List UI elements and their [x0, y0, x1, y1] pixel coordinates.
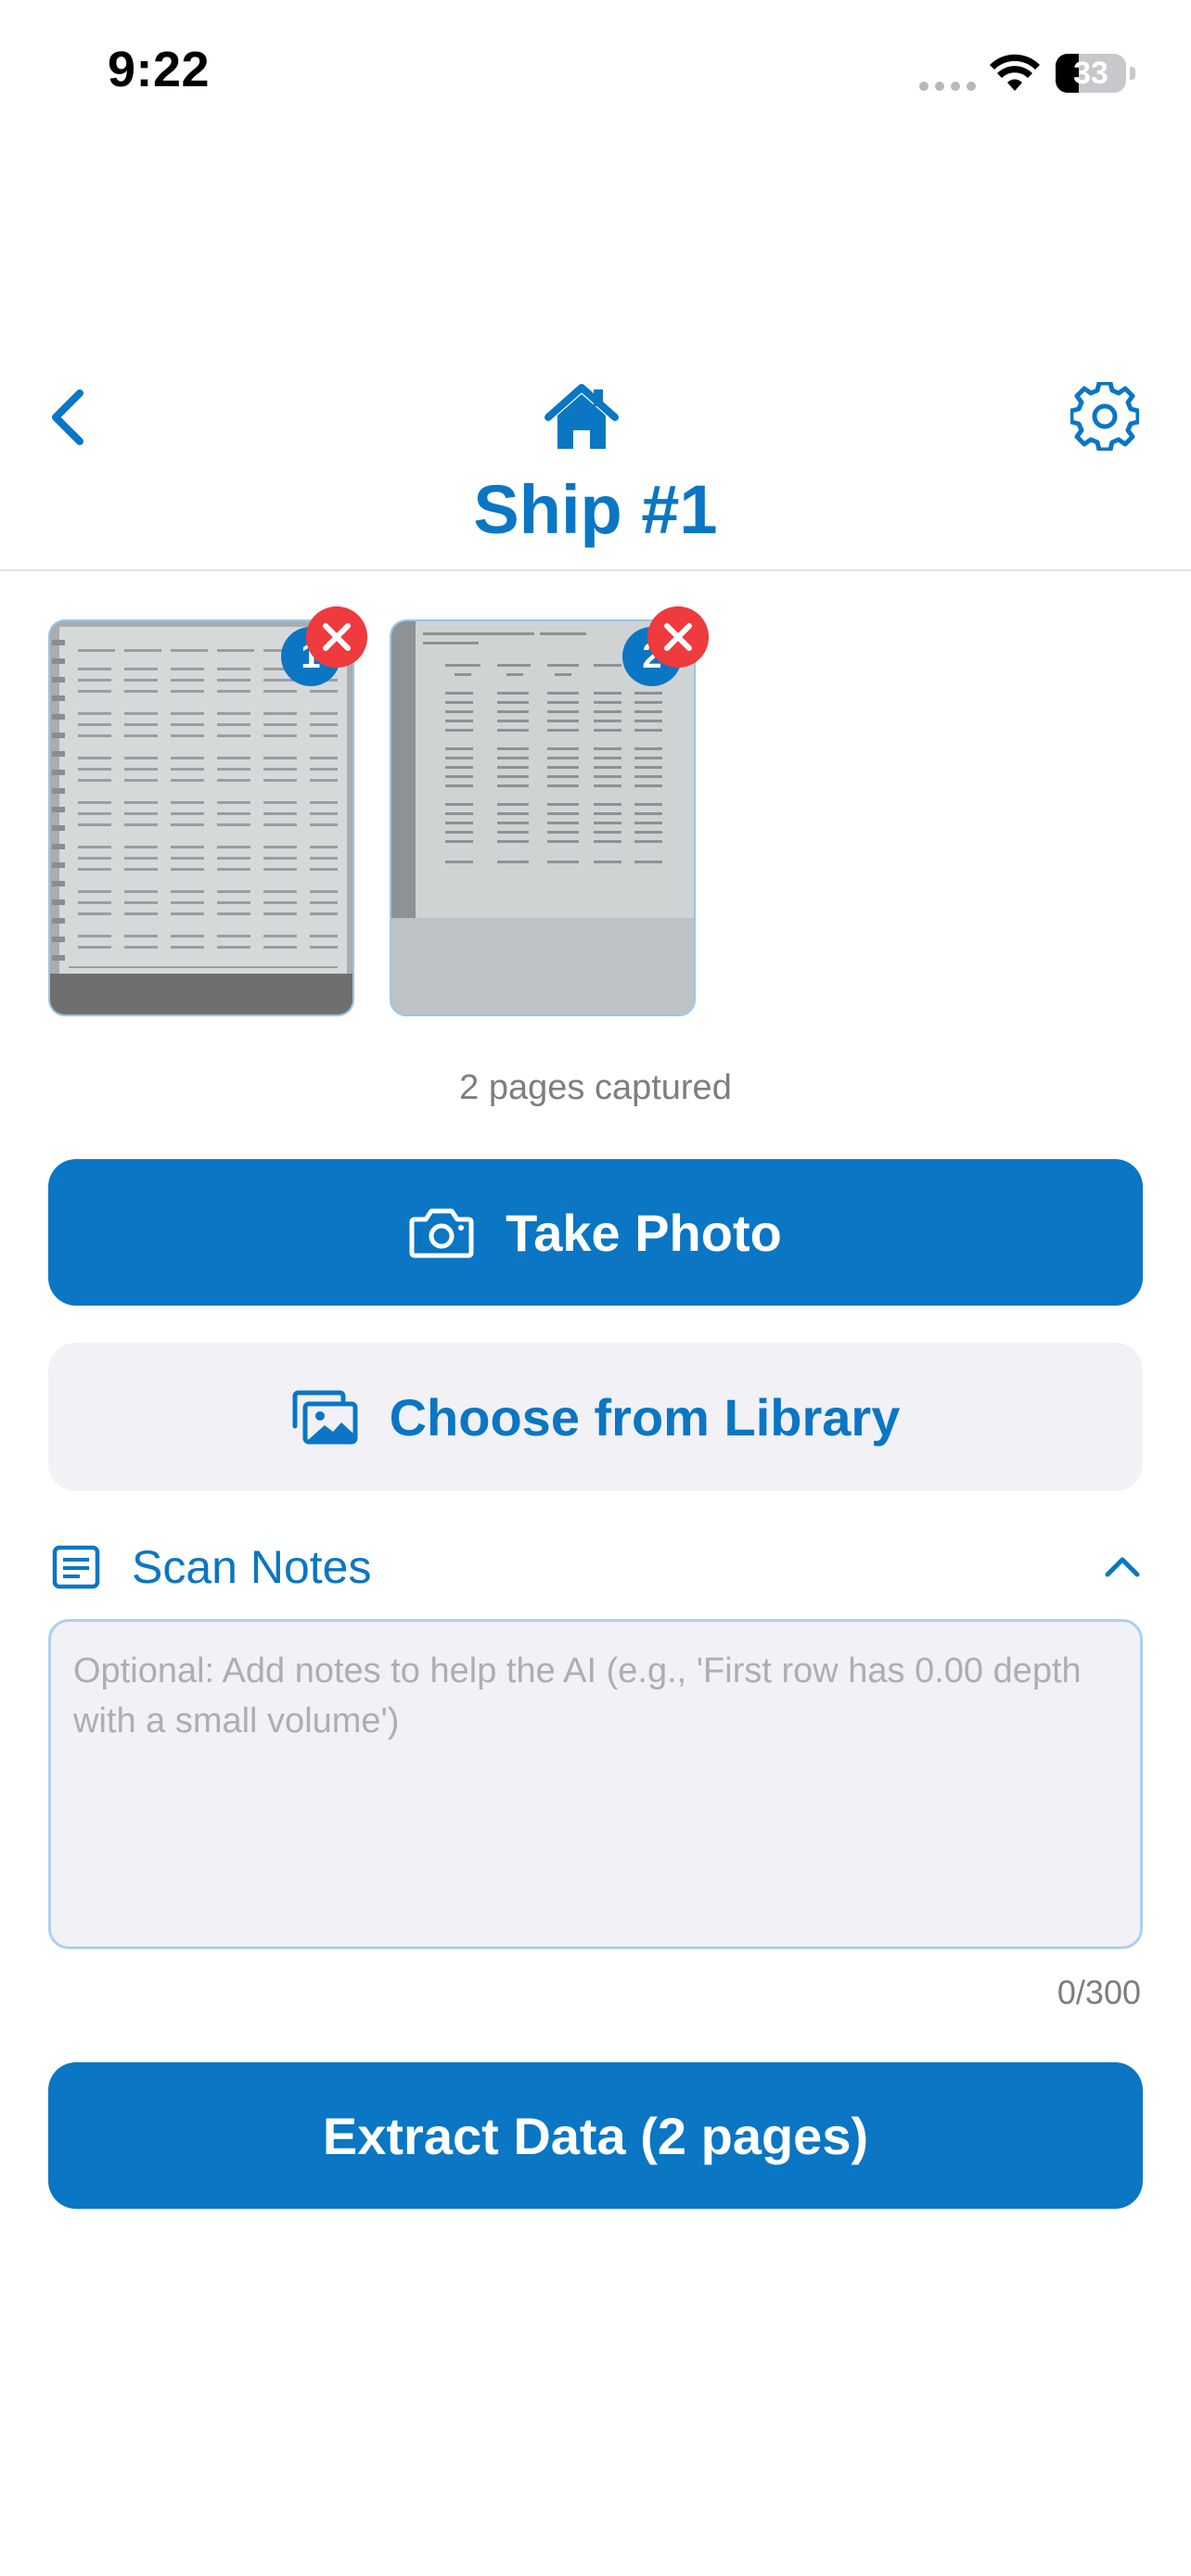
scan-notes-label: Scan Notes — [132, 1541, 372, 1593]
status-time: 9:22 — [108, 42, 211, 97]
camera-icon — [409, 1208, 474, 1258]
gear-icon[interactable] — [1070, 382, 1139, 451]
close-icon[interactable] — [647, 606, 709, 668]
pages-captured-text: 2 pages captured — [459, 1068, 732, 1107]
scan-notes-input[interactable] — [48, 1619, 1143, 1949]
extract-data-button[interactable]: Extract Data (2 pages) — [48, 2062, 1143, 2209]
cellular-signal-icon — [919, 82, 976, 91]
scan-notes-toggle[interactable]: Scan Notes — [48, 1534, 1143, 1600]
battery-level: 33 — [1073, 56, 1108, 91]
take-photo-label: Take Photo — [506, 1203, 782, 1262]
chevron-up-icon — [1105, 1557, 1140, 1577]
notes-icon — [52, 1545, 100, 1589]
photo-library-icon — [292, 1390, 358, 1445]
battery-icon: 33 — [1056, 54, 1126, 93]
page-title: Ship #1 — [473, 471, 718, 548]
choose-from-library-button[interactable]: Choose from Library — [48, 1343, 1143, 1491]
character-count: 0/300 — [1057, 1973, 1141, 2011]
chevron-left-icon[interactable] — [41, 380, 96, 454]
close-icon[interactable] — [306, 606, 367, 668]
choose-from-library-label: Choose from Library — [389, 1387, 901, 1447]
battery-nub — [1130, 67, 1135, 80]
wifi-icon — [990, 54, 1040, 91]
home-icon[interactable] — [544, 382, 619, 453]
status-bar: 9:22 33 — [0, 0, 1191, 148]
extract-data-label: Extract Data (2 pages) — [322, 2106, 869, 2165]
take-photo-button[interactable]: Take Photo — [48, 1159, 1143, 1306]
header-divider — [0, 569, 1191, 571]
